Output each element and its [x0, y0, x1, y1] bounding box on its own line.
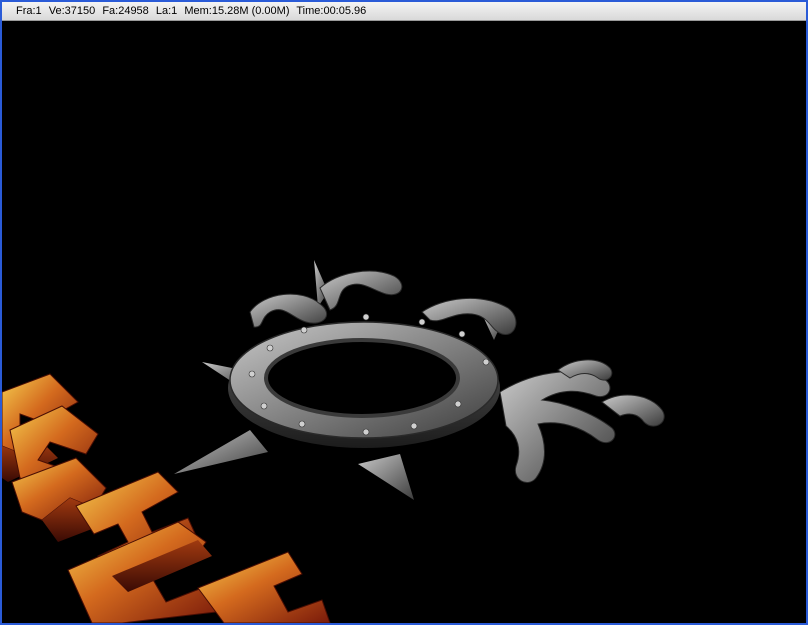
status-layer: La:1: [155, 5, 178, 17]
render-window: Fra:1 Ve:37150 Fa:24958 La:1 Mem:15.28M …: [0, 0, 808, 625]
status-vertices: Ve:37150: [48, 5, 96, 17]
status-faces: Fa:24958: [102, 5, 149, 17]
render-viewport: [2, 22, 806, 623]
status-frame: Fra:1: [16, 5, 42, 17]
status-memory: Mem:15.28M (0.00M): [184, 5, 290, 17]
status-time: Time:00:05.96: [296, 5, 367, 17]
emblem-ring: [228, 313, 500, 448]
emblem-right-ornament: [499, 359, 665, 483]
render-status-bar: Fra:1 Ve:37150 Fa:24958 La:1 Mem:15.28M …: [2, 2, 806, 21]
rendered-image: [2, 260, 665, 623]
